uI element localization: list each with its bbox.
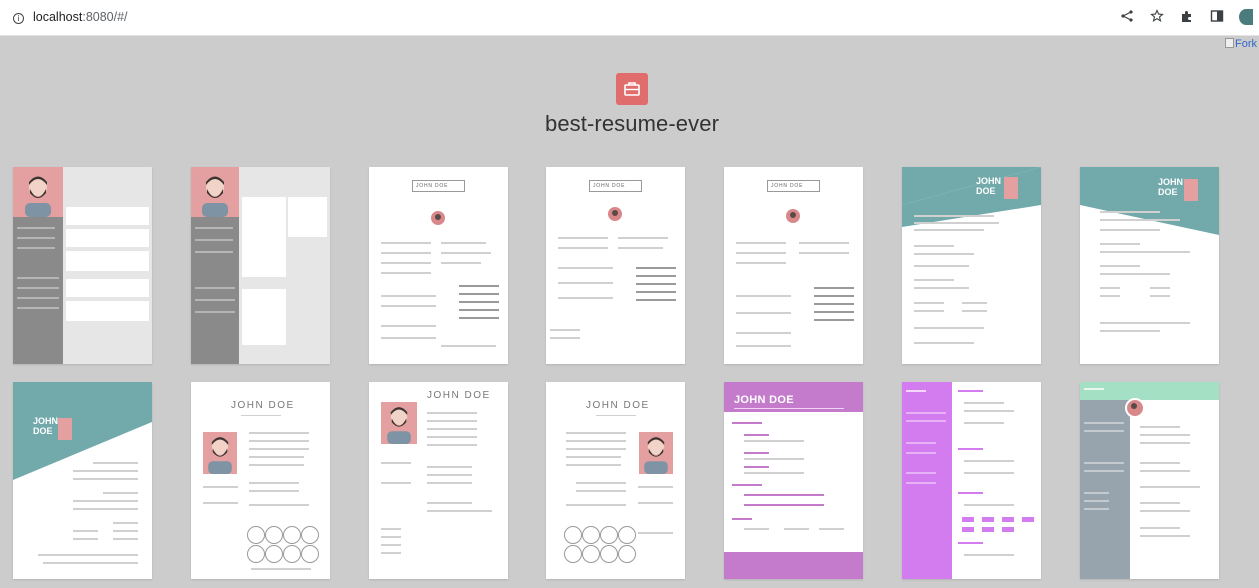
resume-template-card[interactable]: JOHN DOE xyxy=(546,167,685,364)
resume-template-card[interactable]: JOHN DOE xyxy=(546,382,685,579)
resume-name: JOHN DOE xyxy=(976,176,1002,196)
fork-ribbon-alt: Fork xyxy=(1235,38,1257,50)
extensions-icon[interactable] xyxy=(1179,9,1195,25)
resume-name: JOHN DOE xyxy=(593,183,626,189)
resume-template-card[interactable]: JOHN DOE xyxy=(369,167,508,364)
url-host: localhost xyxy=(33,10,83,24)
fork-ribbon-broken-image[interactable]: Fork xyxy=(1225,38,1257,50)
address-bar[interactable]: localhost:8080/#/ xyxy=(33,10,128,24)
resume-template-card[interactable]: JOHN DOE xyxy=(902,167,1041,364)
resume-name: JOHN DOE xyxy=(427,390,491,401)
resume-template-card[interactable] xyxy=(13,167,152,364)
resume-name: JOHN DOE xyxy=(771,183,804,189)
resume-template-card[interactable] xyxy=(1080,382,1219,579)
profile-avatar[interactable] xyxy=(1239,9,1253,25)
resume-template-card[interactable]: JOHN DOE xyxy=(191,382,330,579)
resume-template-card[interactable]: JOHN DOE xyxy=(724,167,863,364)
resume-template-card[interactable] xyxy=(902,382,1041,579)
resume-name: JOHN DOE xyxy=(33,416,59,436)
briefcase-logo-icon xyxy=(616,73,648,105)
resume-template-card[interactable]: JOHN DOE xyxy=(1080,167,1219,364)
resume-template-card[interactable]: JOHN DOE xyxy=(724,382,863,579)
resume-name: JOHN DOE xyxy=(231,400,295,411)
resume-name: JOHN DOE xyxy=(586,400,650,411)
resume-template-card[interactable] xyxy=(191,167,330,364)
url-rest: :8080/#/ xyxy=(82,10,128,24)
share-icon[interactable] xyxy=(1119,9,1135,25)
resume-name: JOHN DOE xyxy=(416,183,449,189)
bookmark-star-icon[interactable] xyxy=(1149,9,1165,25)
resume-template-card[interactable]: JOHN DOE xyxy=(369,382,508,579)
resume-name: JOHN DOE xyxy=(734,394,794,406)
browser-toolbar: i localhost:8080/#/ xyxy=(0,0,1259,36)
page-title: best-resume-ever xyxy=(545,111,719,136)
side-panel-icon[interactable] xyxy=(1209,9,1225,25)
site-info-icon[interactable]: i xyxy=(13,13,24,24)
resume-name: JOHN DOE xyxy=(1158,177,1184,197)
resume-template-card[interactable]: JOHN DOE xyxy=(13,382,152,579)
